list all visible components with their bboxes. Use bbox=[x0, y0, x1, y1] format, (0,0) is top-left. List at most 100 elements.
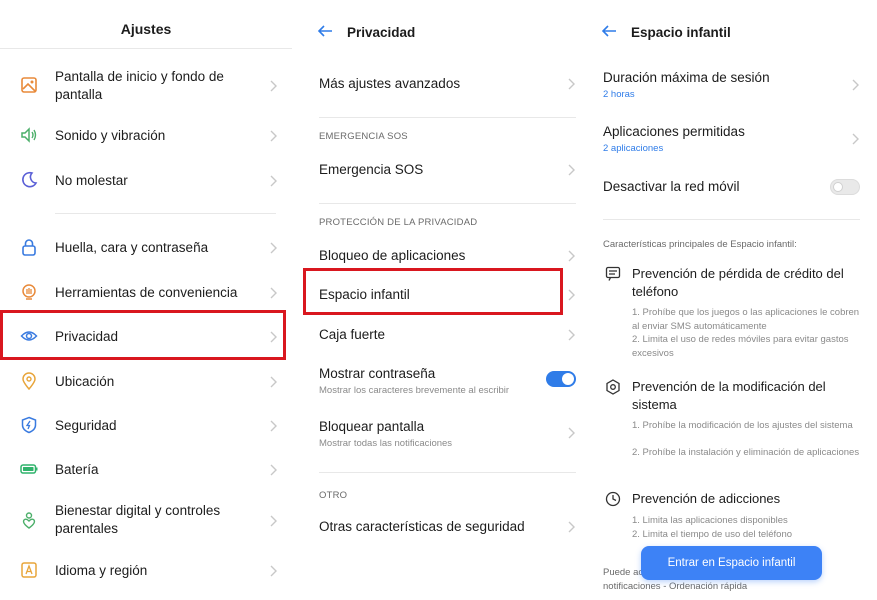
moon-icon bbox=[22, 171, 38, 188]
settings-item-location[interactable]: Ubicación bbox=[0, 372, 292, 392]
divider bbox=[319, 472, 576, 473]
feature-desc: 1. Prohíbe que los juegos o las aplicaci… bbox=[632, 307, 860, 332]
chevron-right-icon bbox=[568, 329, 575, 341]
disable-mobile-network-item[interactable]: Desactivar la red móvil bbox=[590, 177, 877, 197]
feature-title: Prevención de la modificación del sistem… bbox=[632, 379, 826, 412]
divider bbox=[55, 213, 276, 214]
section-header-privacy: PROTECCIÓN DE LA PRIVACIDAD bbox=[319, 217, 478, 228]
settings-item-wallpaper[interactable]: Pantalla de inicio y fondo de pantalla bbox=[0, 66, 292, 106]
item-label: Emergencia SOS bbox=[319, 162, 424, 177]
settings-item-label: Seguridad bbox=[55, 418, 117, 433]
chevron-right-icon bbox=[270, 242, 277, 254]
settings-item-sound[interactable]: Sonido y vibración bbox=[0, 126, 292, 146]
safe-box-item[interactable]: Caja fuerte bbox=[300, 325, 590, 345]
max-session-item[interactable]: Duración máxima de sesión 2 horas bbox=[590, 68, 877, 102]
settings-item-label: Batería bbox=[55, 462, 99, 477]
message-icon bbox=[605, 266, 621, 281]
settings-item-battery[interactable]: Batería bbox=[0, 460, 292, 480]
settings-item-label: Pantalla de inicio y fondo de pantalla bbox=[55, 69, 224, 102]
wallpaper-icon bbox=[21, 77, 37, 93]
shield-icon bbox=[21, 416, 37, 434]
feature-desc: 2. Prohíbe la instalación y eliminación … bbox=[632, 447, 860, 458]
item-label: Desactivar la red móvil bbox=[603, 179, 740, 194]
back-arrow-icon[interactable] bbox=[601, 23, 617, 39]
feature-desc: 2. Limita el tiempo de uso del teléfono bbox=[632, 529, 793, 540]
settings-item-digital-wellbeing[interactable]: Bienestar digital y controles parentales bbox=[0, 501, 292, 541]
chevron-right-icon bbox=[270, 376, 277, 388]
item-label: Aplicaciones permitidas bbox=[603, 124, 745, 139]
kid-space-panel: Espacio infantil Duración máxima de sesi… bbox=[590, 0, 877, 600]
item-sublabel: Mostrar todas las notificaciones bbox=[319, 438, 453, 449]
item-sublabel: Mostrar los caracteres brevemente al esc… bbox=[319, 385, 510, 396]
chevron-right-icon bbox=[270, 130, 277, 142]
settings-item-convenience-tools[interactable]: Herramientas de conveniencia bbox=[0, 283, 292, 303]
chevron-right-icon bbox=[852, 79, 859, 91]
settings-item-label: No molestar bbox=[55, 173, 128, 188]
divider bbox=[319, 203, 576, 204]
language-icon bbox=[21, 562, 37, 578]
chevron-right-icon bbox=[568, 521, 575, 533]
page-title: Privacidad bbox=[347, 25, 416, 40]
settings-panel: Ajustes Pantalla de inicio y fondo de pa… bbox=[0, 0, 292, 600]
chevron-right-icon bbox=[270, 287, 277, 299]
advanced-settings-item[interactable]: Más ajustes avanzados bbox=[300, 74, 590, 94]
item-value: 2 horas bbox=[603, 89, 635, 100]
settings-item-do-not-disturb[interactable]: No molestar bbox=[0, 171, 292, 191]
item-label: Bloquear pantalla bbox=[319, 419, 425, 434]
feature-desc: 1. Prohíbe la modificación de los ajuste… bbox=[632, 420, 853, 431]
emergency-sos-item[interactable]: Emergencia SOS bbox=[300, 160, 590, 180]
clock-icon bbox=[605, 491, 621, 507]
page-title: Ajustes bbox=[120, 21, 172, 37]
page-title: Espacio infantil bbox=[631, 25, 731, 40]
chevron-right-icon bbox=[568, 427, 575, 439]
location-pin-icon bbox=[22, 372, 36, 390]
settings-item-language[interactable]: Idioma y región bbox=[0, 561, 292, 581]
section-header-other: OTRO bbox=[319, 490, 348, 501]
chevron-right-icon bbox=[852, 133, 859, 145]
lock-icon bbox=[22, 239, 36, 256]
chevron-right-icon bbox=[270, 80, 277, 92]
divider bbox=[319, 117, 576, 118]
back-arrow-icon[interactable] bbox=[317, 23, 333, 39]
settings-item-security[interactable]: Seguridad bbox=[0, 416, 292, 436]
settings-item-label: Ubicación bbox=[55, 374, 115, 389]
chevron-right-icon bbox=[270, 464, 277, 476]
other-security-item[interactable]: Otras características de seguridad bbox=[300, 517, 590, 537]
chevron-right-icon bbox=[270, 420, 277, 432]
header: Privacidad bbox=[300, 22, 590, 44]
settings-item-fingerprint[interactable]: Huella, cara y contraseña bbox=[0, 238, 292, 258]
item-label: Bloqueo de aplicaciones bbox=[319, 248, 466, 263]
hand-icon bbox=[22, 284, 36, 300]
item-label: Duración máxima de sesión bbox=[603, 70, 770, 85]
settings-item-label: Huella, cara y contraseña bbox=[55, 240, 209, 255]
chevron-right-icon bbox=[568, 250, 575, 262]
battery-icon bbox=[20, 464, 38, 474]
show-password-item[interactable]: Mostrar contraseña Mostrar los caractere… bbox=[300, 364, 590, 400]
item-label: Más ajustes avanzados bbox=[319, 76, 461, 91]
disable-mobile-network-toggle[interactable] bbox=[830, 179, 860, 195]
feature-title: Prevención de pérdida de crédito del tel… bbox=[632, 266, 844, 299]
item-value: 2 aplicaciones bbox=[603, 143, 664, 154]
item-label: Caja fuerte bbox=[319, 327, 386, 342]
settings-item-label: Herramientas de conveniencia bbox=[55, 285, 238, 300]
chevron-right-icon bbox=[270, 565, 277, 577]
enter-kid-space-button[interactable]: Entrar en Espacio infantil bbox=[641, 546, 822, 580]
header: Espacio infantil bbox=[590, 22, 877, 44]
section-header-sos: EMERGENCIA SOS bbox=[319, 131, 408, 142]
system-settings-icon bbox=[606, 379, 620, 395]
divider bbox=[0, 48, 292, 49]
settings-item-label: Sonido y vibración bbox=[55, 128, 166, 143]
item-label: Mostrar contraseña bbox=[319, 366, 436, 381]
lock-screen-item[interactable]: Bloquear pantalla Mostrar todas las noti… bbox=[300, 417, 590, 453]
show-password-toggle[interactable] bbox=[546, 371, 576, 387]
privacy-panel: Privacidad Más ajustes avanzados EMERGEN… bbox=[300, 0, 590, 600]
allowed-apps-item[interactable]: Aplicaciones permitidas 2 aplicaciones bbox=[590, 122, 877, 156]
chevron-right-icon bbox=[270, 175, 277, 187]
settings-item-label: Idioma y región bbox=[55, 563, 148, 578]
chevron-right-icon bbox=[568, 78, 575, 90]
chevron-right-icon bbox=[568, 289, 575, 301]
feature-title: Prevención de adicciones bbox=[632, 491, 781, 506]
highlight-box bbox=[0, 310, 286, 360]
feature-desc: 2. Limita el uso de redes móviles para e… bbox=[632, 334, 849, 359]
app-lock-item[interactable]: Bloqueo de aplicaciones bbox=[300, 246, 590, 266]
